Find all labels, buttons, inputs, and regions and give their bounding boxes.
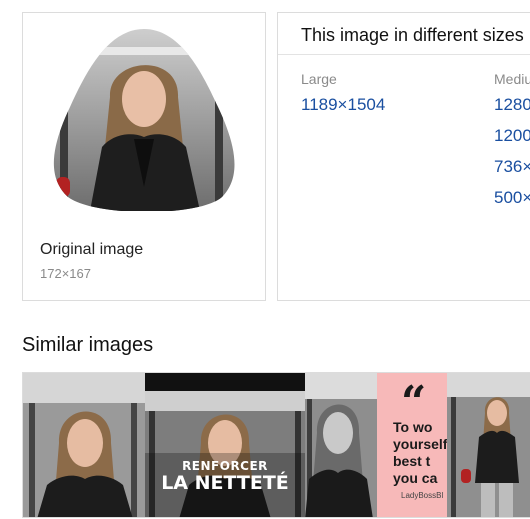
similar-image-1[interactable]: [23, 373, 145, 517]
tile4-quote-line-4: you ca: [393, 470, 438, 486]
size-link-medium-4[interactable]: 500×: [494, 188, 530, 208]
tile2-caption-line1: RENFORCER: [182, 459, 268, 473]
tile4-credit: LadyBossBl: [401, 491, 444, 500]
similar-image-3[interactable]: [305, 373, 377, 517]
tile4-quote-line-2: yourself: [393, 436, 447, 452]
tile4-quote-line-1: To wo: [393, 419, 433, 435]
original-image-label: Original image: [40, 241, 144, 258]
original-image-card: Original image 172×167: [22, 12, 266, 301]
original-image-dimensions: 172×167: [40, 266, 91, 281]
original-image-thumbnail[interactable]: [50, 27, 238, 211]
similar-image-4[interactable]: “ To wo yourself best t you ca LadyBossB…: [377, 373, 447, 517]
size-link-medium-1[interactable]: 1280: [494, 95, 530, 115]
tile2-caption-line2: LA NETTETÉ: [161, 472, 289, 494]
similar-image-5[interactable]: [447, 373, 530, 517]
similar-images-title: Similar images: [22, 334, 154, 356]
similar-images-strip: RENFORCER LA NETTETÉ “ To wo yourself be…: [22, 372, 530, 518]
size-link-large-1[interactable]: 1189×1504: [301, 95, 385, 115]
sizes-divider: [278, 54, 530, 55]
size-link-medium-2[interactable]: 1200: [494, 126, 530, 146]
sizes-card: This image in different sizes Large Medi…: [277, 12, 530, 301]
size-link-medium-3[interactable]: 736×: [494, 157, 530, 177]
medium-column-header: Mediu: [494, 71, 530, 87]
sizes-title: This image in different sizes: [301, 25, 524, 45]
similar-image-2[interactable]: RENFORCER LA NETTETÉ: [145, 373, 305, 517]
tile4-quote-line-3: best t: [393, 453, 431, 469]
large-column-header: Large: [301, 71, 337, 87]
tile4-quote-text: To wo yourself best t you ca: [393, 419, 447, 487]
